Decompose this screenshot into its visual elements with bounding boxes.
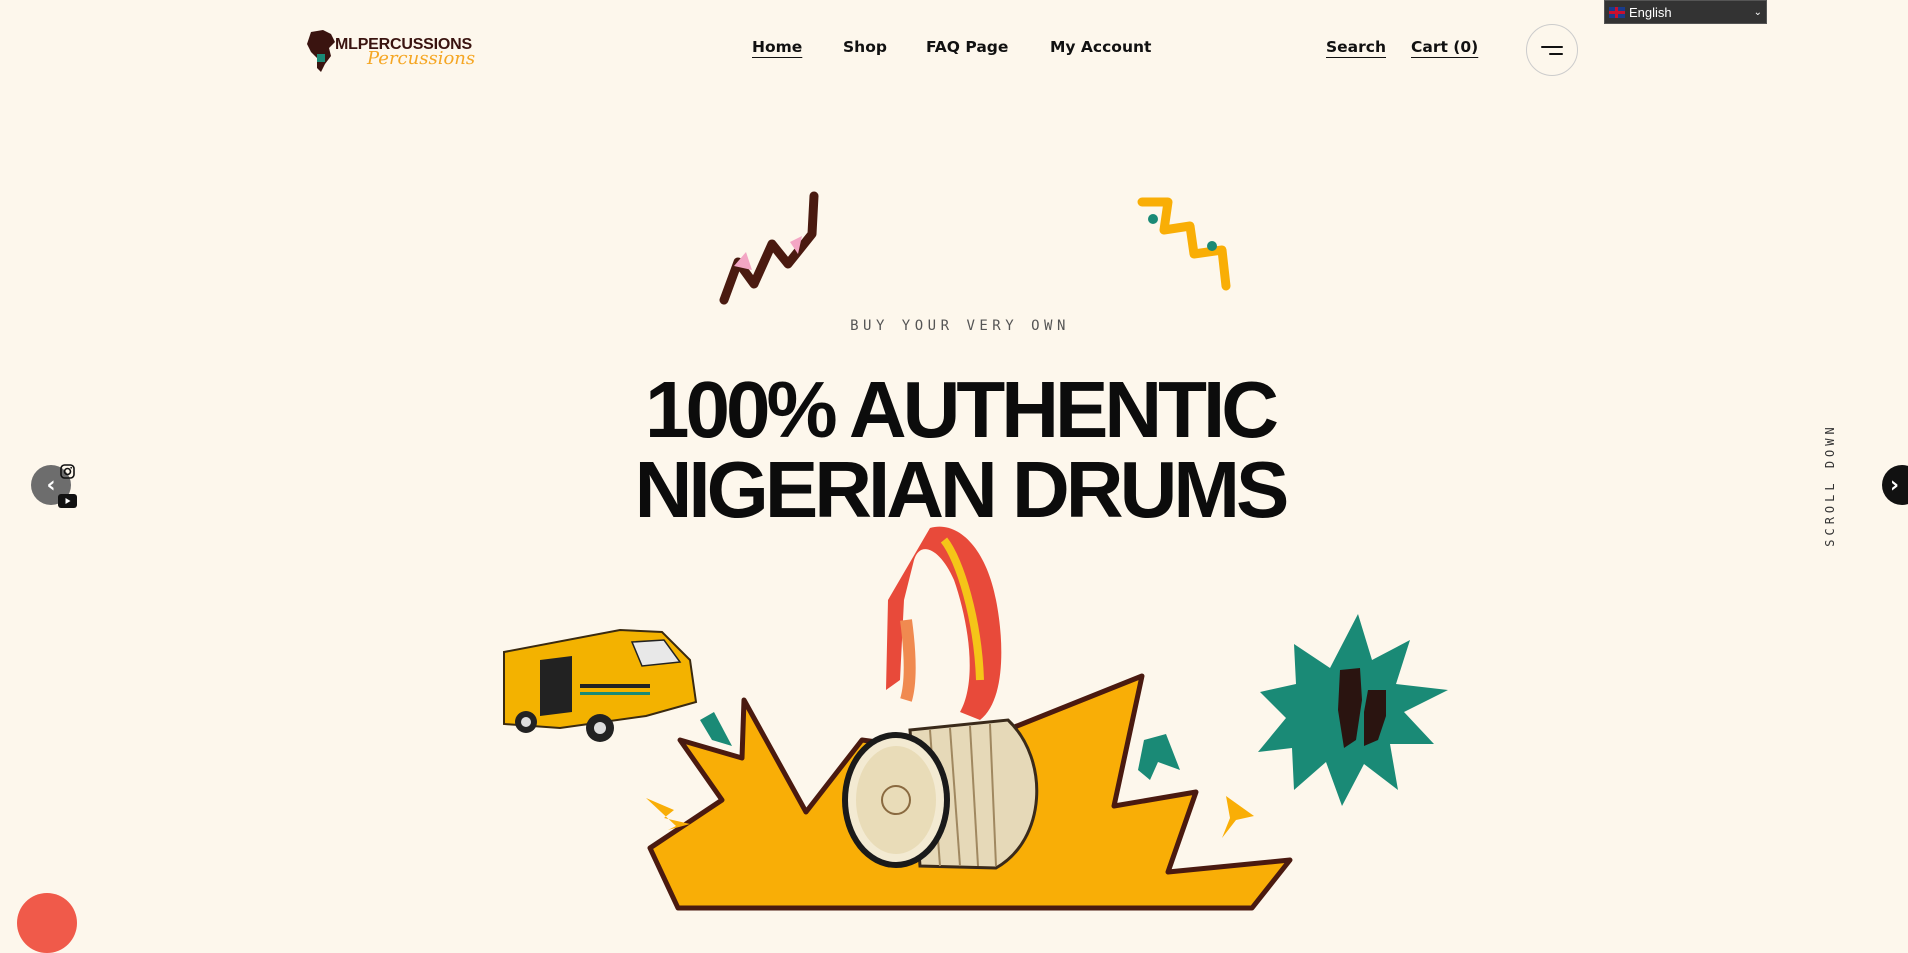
headline-line-2: NIGERIAN DRUMS xyxy=(634,445,1290,534)
hero-headline: 100% AUTHENTIC NIGERIAN DRUMS xyxy=(560,370,1360,530)
scroll-down-hint[interactable]: SCROLL DOWN xyxy=(1818,415,1842,555)
youtube-icon[interactable] xyxy=(58,494,77,508)
teal-starburst-icon xyxy=(1258,614,1448,806)
scroll-down-label: SCROLL DOWN xyxy=(1823,423,1837,547)
yellow-zigzag-icon xyxy=(1137,197,1231,291)
instagram-icon[interactable] xyxy=(60,464,75,479)
headline-line-1: 100% AUTHENTIC xyxy=(644,365,1279,454)
hero-eyebrow: BUY YOUR VERY OWN xyxy=(850,318,1070,334)
chat-button[interactable] xyxy=(17,893,77,953)
talking-drum-icon xyxy=(842,526,1039,870)
chevron-left-icon: ‹ xyxy=(46,472,56,498)
yellow-bolt-icon xyxy=(1222,796,1254,838)
teal-bolt-icon xyxy=(700,712,732,746)
brown-zigzag-icon xyxy=(719,191,819,305)
yellow-van-icon xyxy=(503,628,698,742)
yellow-bolt-icon xyxy=(646,798,690,830)
teal-bolt-icon xyxy=(1138,734,1180,780)
chevron-right-icon: › xyxy=(1890,472,1900,498)
